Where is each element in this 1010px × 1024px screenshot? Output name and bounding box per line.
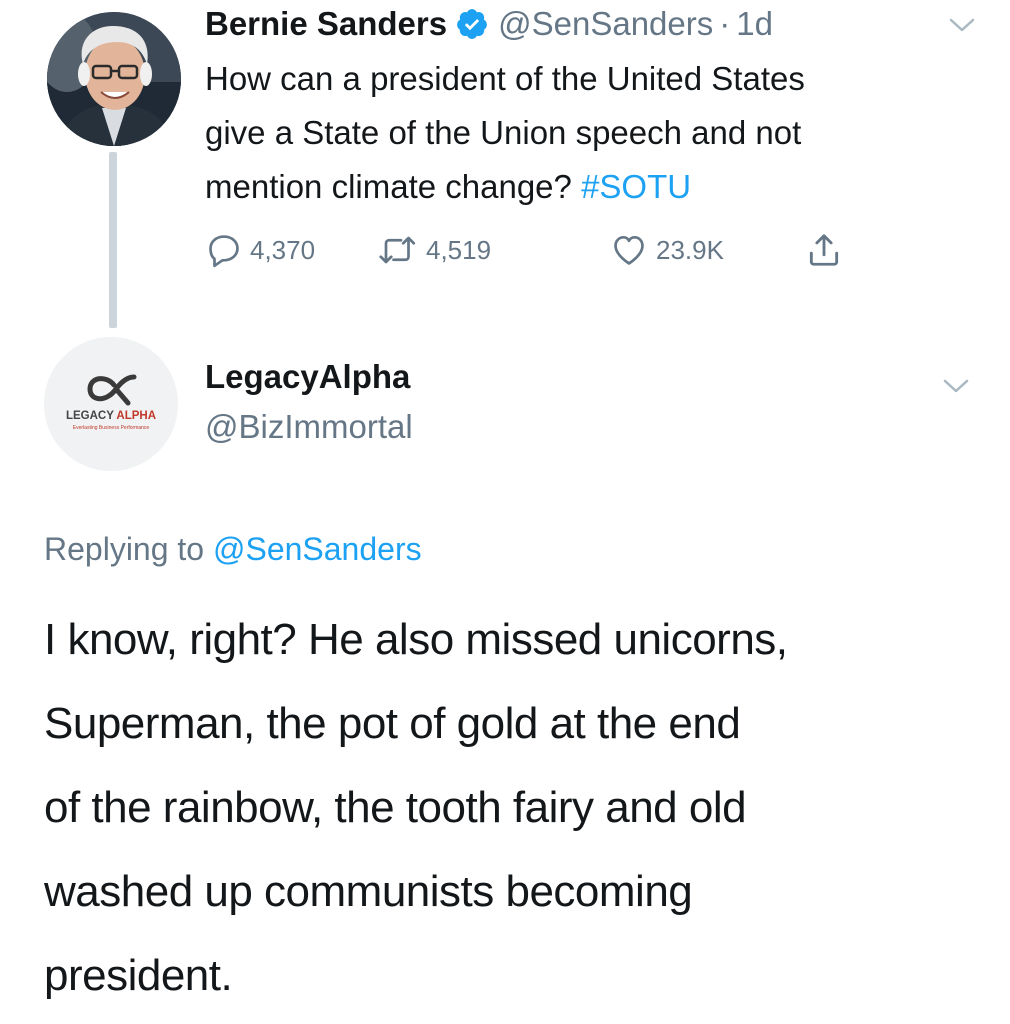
avatar-photo [47, 12, 181, 146]
tweet-text-line: mention climate change? #SOTU [205, 160, 975, 214]
reply-icon [209, 235, 239, 268]
reply-text-line: Superman, the pot of gold at the end [44, 699, 741, 748]
legacy-alpha-logo: LEGACY ALPHA Everlasting Business Perfor… [44, 337, 178, 471]
replying-to-label: Replying to [44, 531, 213, 567]
heart-icon [614, 235, 644, 265]
hashtag-link[interactable]: #SOTU [581, 168, 691, 205]
reply-count: 4,370 [250, 234, 316, 265]
verified-badge-icon [455, 7, 489, 41]
author-name[interactable]: Bernie Sanders [205, 2, 447, 46]
chevron-down-icon[interactable] [942, 377, 970, 395]
author-handle[interactable]: @SenSanders [498, 2, 713, 46]
tweet-body: How can a president of the United States… [205, 52, 975, 214]
replying-to-mention[interactable]: @SenSanders [213, 531, 422, 567]
tweet-text-segment: mention climate change? [205, 168, 582, 205]
reply-author-name[interactable]: LegacyAlpha [205, 355, 410, 399]
tweet-text-line: give a State of the Union speech and not [205, 114, 802, 151]
svg-text:Everlasting Business Performan: Everlasting Business Performance [73, 425, 150, 431]
header-separator: · [719, 5, 731, 42]
replying-to: Replying to @SenSanders [44, 527, 422, 571]
reply-body: I know, right? He also missed unicorns, … [44, 598, 994, 1018]
reply-text-line: president. [44, 951, 233, 1000]
thread-connector-line [109, 152, 117, 328]
reply-author-handle[interactable]: @BizImmortal [205, 405, 413, 449]
svg-text:LEGACY ALPHA: LEGACY ALPHA [66, 410, 156, 422]
like-count: 23.9K [656, 234, 724, 265]
share-icon [809, 234, 839, 266]
reply-text-line: of the rainbow, the tooth fairy and old [44, 783, 747, 832]
reply-text-line: washed up communists becoming [44, 867, 693, 916]
chevron-down-icon[interactable] [948, 16, 976, 34]
retweet-button[interactable]: 4,519 [377, 228, 491, 272]
tweet-text-line: How can a president of the United States [205, 60, 805, 97]
reply-text-line: I know, right? He also missed unicorns, [44, 615, 788, 664]
retweet-icon [379, 236, 416, 264]
author-avatar[interactable] [47, 12, 181, 146]
reply-button[interactable]: 4,370 [205, 228, 315, 272]
share-button[interactable] [805, 228, 843, 272]
retweet-count: 4,519 [426, 234, 492, 265]
reply-author-avatar[interactable]: LEGACY ALPHA Everlasting Business Perfor… [44, 337, 178, 471]
like-button[interactable]: 23.9K [609, 228, 724, 272]
tweet-actions: 4,370 4,519 23.9K [205, 228, 905, 272]
tweet-timestamp[interactable]: 1d [736, 2, 773, 46]
tweet-header: Bernie Sanders @SenSanders · 1d [205, 2, 773, 46]
